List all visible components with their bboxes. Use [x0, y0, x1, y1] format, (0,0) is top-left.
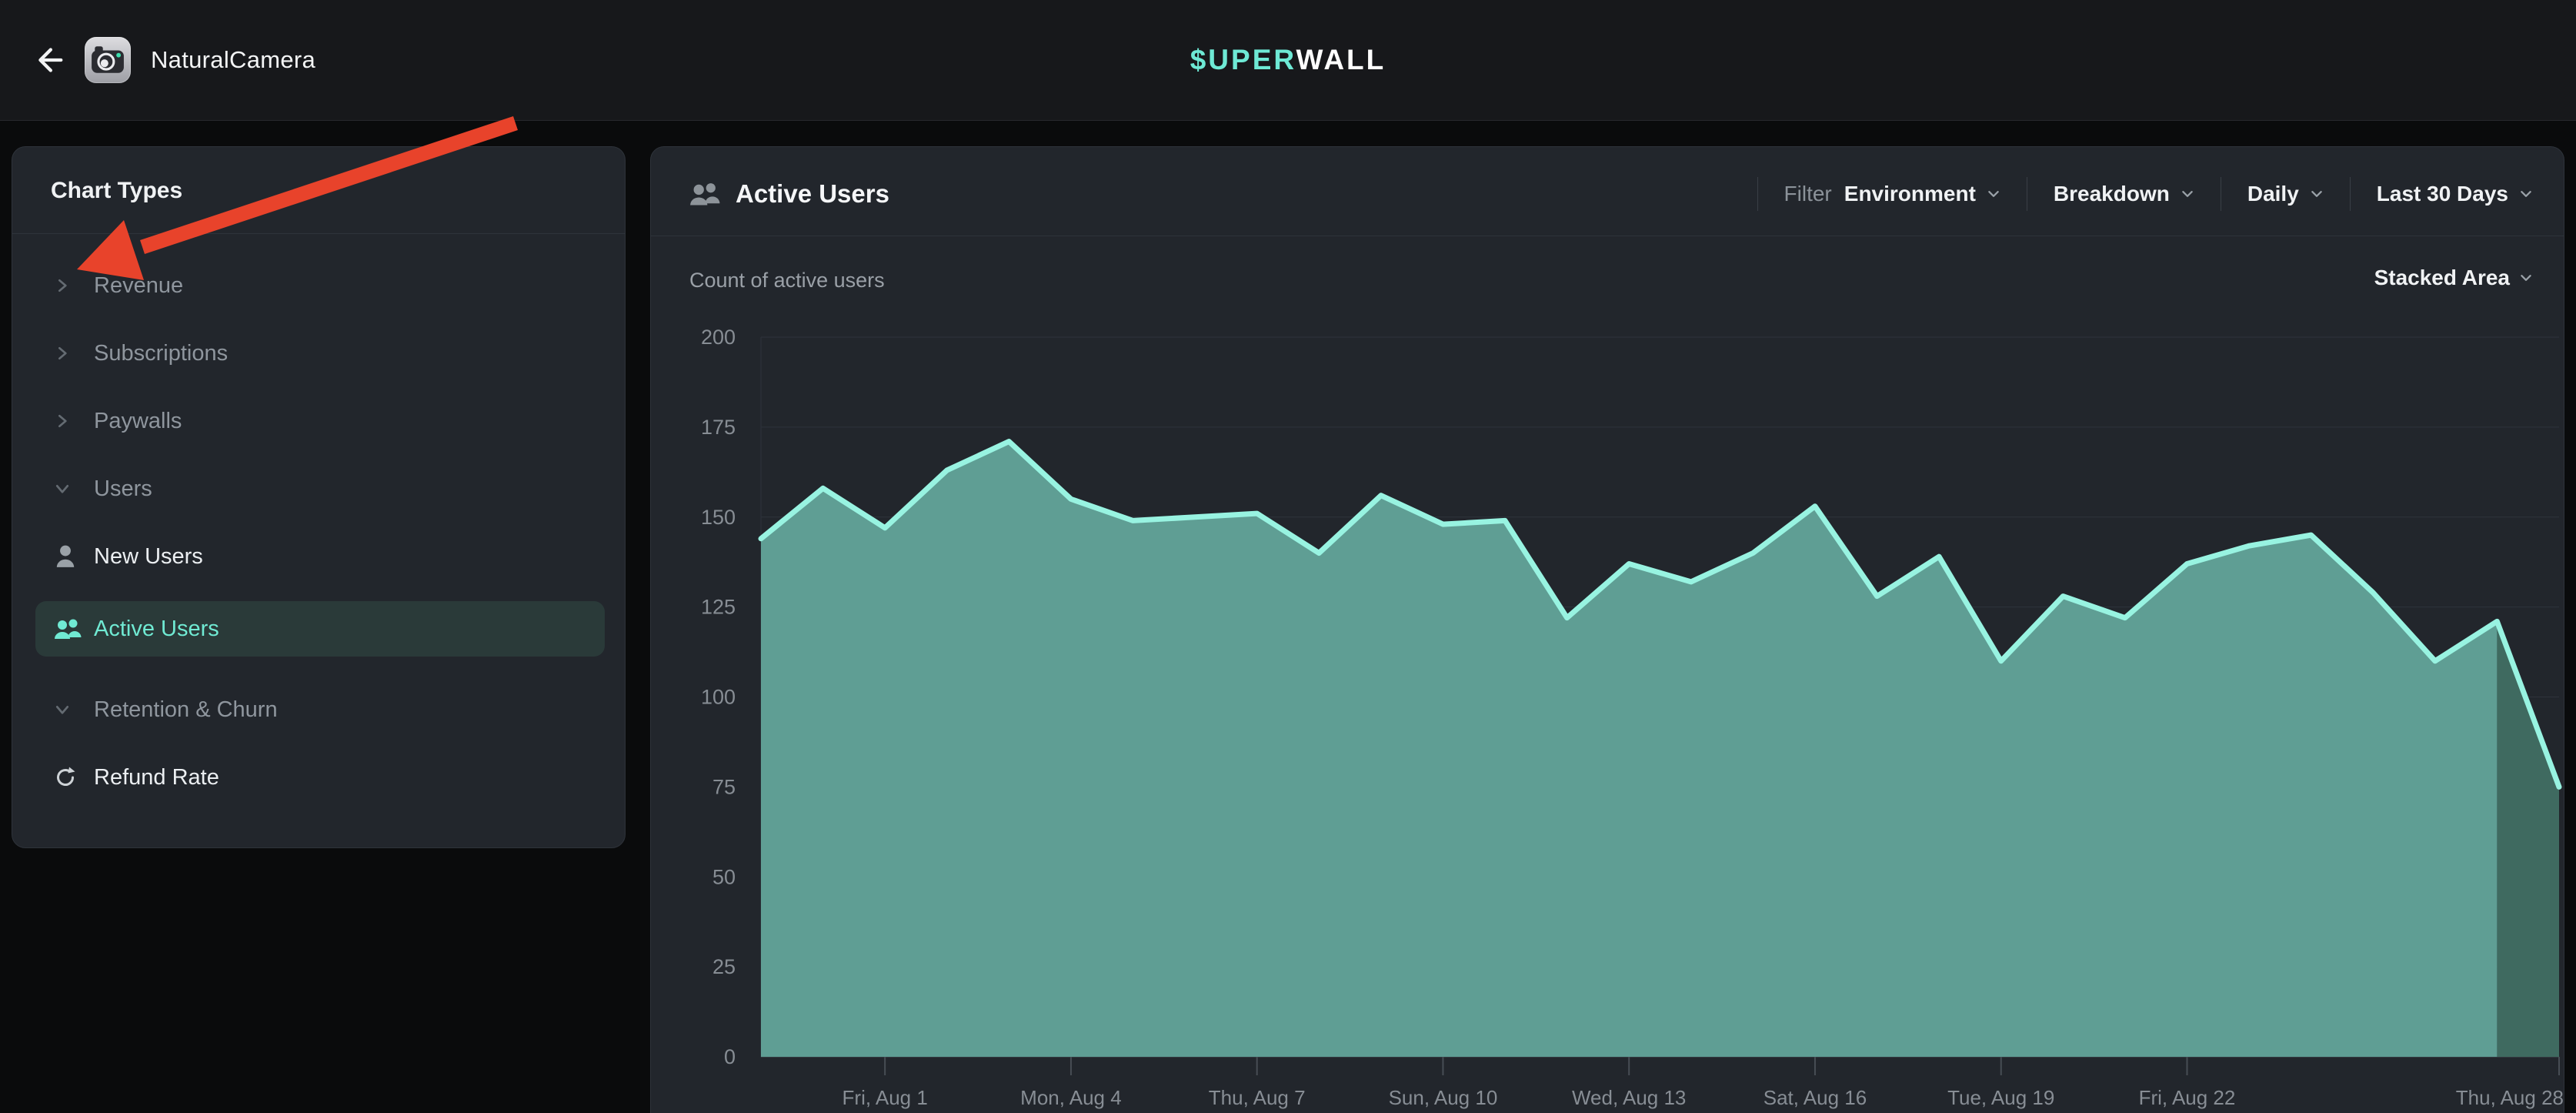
camera-app-icon — [85, 37, 131, 83]
sidebar-nav: Revenue Subscriptions Paywalls Users — [12, 234, 625, 800]
chevron-right-icon — [54, 277, 82, 294]
sidebar-item-users[interactable]: Users — [35, 466, 605, 512]
superwall-logo: $UPERWALL — [1190, 44, 1386, 76]
sidebar-item-label: Retention & Churn — [94, 697, 278, 723]
x-axis-label: Wed, Aug 13 — [1572, 1086, 1686, 1109]
x-axis-label: Tue, Aug 19 — [1947, 1086, 2054, 1109]
y-axis-label: 75 — [712, 775, 736, 798]
sidebar-item-active-users[interactable]: Active Users — [35, 601, 605, 657]
people-icon — [54, 617, 82, 641]
sidebar-item-label: Revenue — [94, 273, 183, 299]
y-axis-label: 50 — [712, 865, 736, 888]
x-axis-label: Thu, Aug 28 — [2456, 1086, 2564, 1109]
x-axis-label: Mon, Aug 4 — [1020, 1086, 1122, 1109]
chevron-right-icon — [54, 345, 82, 362]
sidebar-item-paywalls[interactable]: Paywalls — [35, 398, 605, 444]
person-icon — [54, 544, 82, 569]
chart-types-sidebar: Chart Types Revenue Subscriptions Paywal… — [12, 146, 626, 848]
superwall-logo-suffix: WALL — [1296, 44, 1386, 75]
sidebar-item-subscriptions[interactable]: Subscriptions — [35, 330, 605, 376]
y-axis-label: 0 — [724, 1045, 736, 1068]
sidebar-title: Chart Types — [12, 147, 625, 204]
y-axis-label: 100 — [701, 686, 736, 709]
chevron-down-icon — [54, 701, 82, 718]
stacked-area-chart[interactable]: 0 25 50 75 100 125 150 175 200 Fri, Aug 1 Mon, Aug… — [651, 147, 2565, 1113]
x-axis-label: Fri, Aug 22 — [2139, 1086, 2236, 1109]
sidebar-item-retention-churn[interactable]: Retention & Churn — [35, 687, 605, 733]
superwall-logo-prefix: $UPER — [1190, 44, 1296, 75]
sidebar-item-label: Refund Rate — [94, 765, 219, 790]
y-axis-label: 200 — [701, 326, 736, 349]
sidebar-item-refund-rate[interactable]: Refund Rate — [35, 754, 605, 800]
chevron-right-icon — [54, 413, 82, 429]
area-series-incomplete — [2497, 621, 2559, 1057]
x-axis-label: Fri, Aug 1 — [843, 1086, 928, 1109]
sidebar-item-label: Subscriptions — [94, 341, 228, 366]
back-button[interactable] — [28, 40, 68, 80]
x-axis-label: Thu, Aug 7 — [1209, 1086, 1306, 1109]
app-name: NaturalCamera — [151, 46, 315, 74]
sidebar-item-label: Paywalls — [94, 409, 182, 434]
sidebar-item-label: Users — [94, 476, 152, 502]
y-axis-label: 175 — [701, 416, 736, 439]
x-axis-label: Sun, Aug 10 — [1389, 1086, 1498, 1109]
top-bar: NaturalCamera $UPERWALL — [0, 0, 2576, 121]
sidebar-item-new-users[interactable]: New Users — [35, 533, 605, 580]
sidebar-item-label: Active Users — [94, 617, 219, 642]
sidebar-item-label: New Users — [94, 544, 203, 570]
chevron-down-icon — [54, 480, 82, 497]
y-axis-label: 25 — [712, 955, 736, 978]
area-series — [761, 442, 2497, 1057]
back-arrow-icon — [30, 42, 65, 78]
refresh-icon — [54, 766, 82, 789]
active-users-panel: Active Users Filter Environment Breakdow… — [650, 146, 2564, 1113]
dashboard-page: NaturalCamera $UPERWALL Chart Types Reve… — [0, 0, 2576, 1113]
y-axis-label: 125 — [701, 596, 736, 619]
sidebar-item-revenue[interactable]: Revenue — [35, 262, 605, 309]
x-axis-label: Sat, Aug 16 — [1763, 1086, 1867, 1109]
y-axis-label: 150 — [701, 506, 736, 529]
